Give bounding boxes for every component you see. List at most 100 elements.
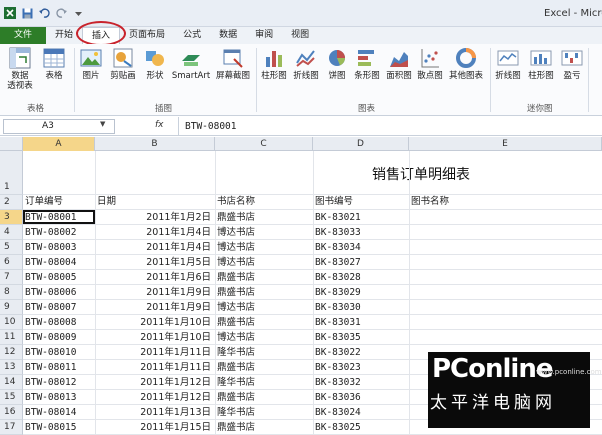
cell-date[interactable]: 2011年1月10日: [101, 332, 211, 344]
row-header-13[interactable]: 13: [0, 360, 23, 375]
cell-date[interactable]: 2011年1月12日: [101, 392, 211, 404]
cell-book-id[interactable]: BK-83032: [315, 377, 361, 389]
row-header-3[interactable]: 3: [0, 210, 23, 225]
tab-file[interactable]: 文件: [0, 27, 47, 44]
cell-order-id[interactable]: BTW-08012: [25, 377, 76, 389]
row-header-10[interactable]: 10: [0, 315, 23, 330]
cell-date[interactable]: 2011年1月9日: [101, 287, 211, 299]
cell-store-name[interactable]: 鼎盛书店: [217, 362, 255, 374]
cell-order-id[interactable]: BTW-08006: [25, 287, 76, 299]
row-header-14[interactable]: 14: [0, 375, 23, 390]
cell-date[interactable]: 2011年1月9日: [101, 302, 211, 314]
insert-function-icon[interactable]: fx: [155, 120, 164, 130]
tab-view[interactable]: 视图: [282, 27, 318, 44]
sparkline-line-button[interactable]: 折线图: [492, 47, 524, 91]
area-chart-button[interactable]: 面积图: [384, 47, 414, 91]
cell-order-id[interactable]: BTW-08013: [25, 392, 76, 404]
cell-date[interactable]: 2011年1月6日: [101, 272, 211, 284]
name-box[interactable]: A3: [3, 119, 115, 134]
cell-store-name[interactable]: 博达书店: [217, 227, 255, 239]
row-header-12[interactable]: 12: [0, 345, 23, 360]
pivot-table-button[interactable]: 数据 透视表: [2, 47, 38, 91]
row-header-8[interactable]: 8: [0, 285, 23, 300]
cell-book-id[interactable]: BK-83033: [315, 227, 361, 239]
smartart-button[interactable]: SmartArt: [170, 47, 212, 91]
cell-order-id[interactable]: BTW-08009: [25, 332, 76, 344]
clipart-button[interactable]: 剪贴画: [106, 47, 140, 91]
cell-store-name[interactable]: 鼎盛书店: [217, 212, 255, 224]
name-box-dropdown-icon[interactable]: ▼: [100, 120, 105, 128]
screenshot-button[interactable]: 屏幕截图: [214, 47, 252, 91]
tab-data[interactable]: 数据: [210, 27, 246, 44]
row-header-16[interactable]: 16: [0, 405, 23, 420]
cell-book-id[interactable]: BK-83028: [315, 272, 361, 284]
cell-order-id[interactable]: BTW-08003: [25, 242, 76, 254]
undo-icon[interactable]: [38, 7, 50, 19]
row-header-4[interactable]: 4: [0, 225, 23, 240]
cell-order-id[interactable]: BTW-08004: [25, 257, 76, 269]
cell-order-id[interactable]: BTW-08010: [25, 347, 76, 359]
column-header-c[interactable]: C: [215, 137, 313, 151]
row-header-1[interactable]: 1: [0, 151, 23, 195]
cell-book-id[interactable]: BK-83025: [315, 422, 361, 434]
cell-date[interactable]: 2011年1月5日: [101, 257, 211, 269]
cell-book-id[interactable]: BK-83021: [315, 212, 361, 224]
cell-store-name[interactable]: 隆华书店: [217, 407, 255, 419]
cell-date[interactable]: 2011年1月12日: [101, 377, 211, 389]
cell-store-name[interactable]: 博达书店: [217, 302, 255, 314]
cell-order-id[interactable]: BTW-08008: [25, 317, 76, 329]
cell-store-name[interactable]: 博达书店: [217, 257, 255, 269]
cell-book-id[interactable]: BK-83027: [315, 257, 361, 269]
cell-order-id[interactable]: BTW-08011: [25, 362, 76, 374]
select-all-corner[interactable]: [0, 137, 23, 151]
cell-store-name[interactable]: 隆华书店: [217, 347, 255, 359]
row-header-9[interactable]: 9: [0, 300, 23, 315]
cell-date[interactable]: 2011年1月11日: [101, 362, 211, 374]
bar-chart-button[interactable]: 条形图: [352, 47, 382, 91]
line-chart-button[interactable]: 折线图: [290, 47, 322, 91]
cell-book-id[interactable]: BK-83034: [315, 242, 361, 254]
row-header-7[interactable]: 7: [0, 270, 23, 285]
row-header-5[interactable]: 5: [0, 240, 23, 255]
cell-book-id[interactable]: BK-83023: [315, 362, 361, 374]
cell-date[interactable]: 2011年1月4日: [101, 242, 211, 254]
cell-order-id[interactable]: BTW-08007: [25, 302, 76, 314]
redo-icon[interactable]: [55, 7, 67, 19]
row-header-15[interactable]: 15: [0, 390, 23, 405]
cell-date[interactable]: 2011年1月11日: [101, 347, 211, 359]
tab-page-layout[interactable]: 页面布局: [120, 27, 174, 44]
shapes-button[interactable]: 形状: [142, 47, 168, 91]
cell-store-name[interactable]: 鼎盛书店: [217, 392, 255, 404]
cell-book-id[interactable]: BK-83031: [315, 317, 361, 329]
scatter-chart-button[interactable]: 散点图: [415, 47, 445, 91]
cell-store-name[interactable]: 博达书店: [217, 242, 255, 254]
formula-input[interactable]: BTW-08001: [178, 117, 236, 136]
cell-store-name[interactable]: 鼎盛书店: [217, 272, 255, 284]
cell-store-name[interactable]: 鼎盛书店: [217, 287, 255, 299]
column-header-b[interactable]: B: [95, 137, 215, 151]
win-loss-button[interactable]: 盈亏: [559, 47, 585, 91]
cell-order-id[interactable]: BTW-08002: [25, 227, 76, 239]
cell-date[interactable]: 2011年1月13日: [101, 407, 211, 419]
tab-review[interactable]: 审阅: [246, 27, 282, 44]
cell-date[interactable]: 2011年1月15日: [101, 422, 211, 434]
table-button[interactable]: 表格: [40, 47, 68, 91]
picture-button[interactable]: 图片: [78, 47, 104, 91]
cell-book-id[interactable]: BK-83024: [315, 407, 361, 419]
cell-date[interactable]: 2011年1月2日: [101, 212, 211, 224]
cell-store-name[interactable]: 博达书店: [217, 332, 255, 344]
row-header-2[interactable]: 2: [0, 195, 23, 210]
cell-book-id[interactable]: BK-83029: [315, 287, 361, 299]
cell-order-id[interactable]: BTW-08015: [25, 422, 76, 434]
tab-formulas[interactable]: 公式: [174, 27, 210, 44]
row-header-17[interactable]: 17: [0, 420, 23, 435]
cell-book-id[interactable]: BK-83030: [315, 302, 361, 314]
save-icon[interactable]: [21, 7, 33, 19]
cell-book-id[interactable]: BK-83022: [315, 347, 361, 359]
other-chart-button[interactable]: 其他图表: [446, 47, 486, 91]
row-header-11[interactable]: 11: [0, 330, 23, 345]
cell-store-name[interactable]: 隆华书店: [217, 377, 255, 389]
cell-book-id[interactable]: BK-83035: [315, 332, 361, 344]
column-header-e[interactable]: E: [409, 137, 602, 151]
column-chart-button[interactable]: 柱形图: [259, 47, 289, 91]
